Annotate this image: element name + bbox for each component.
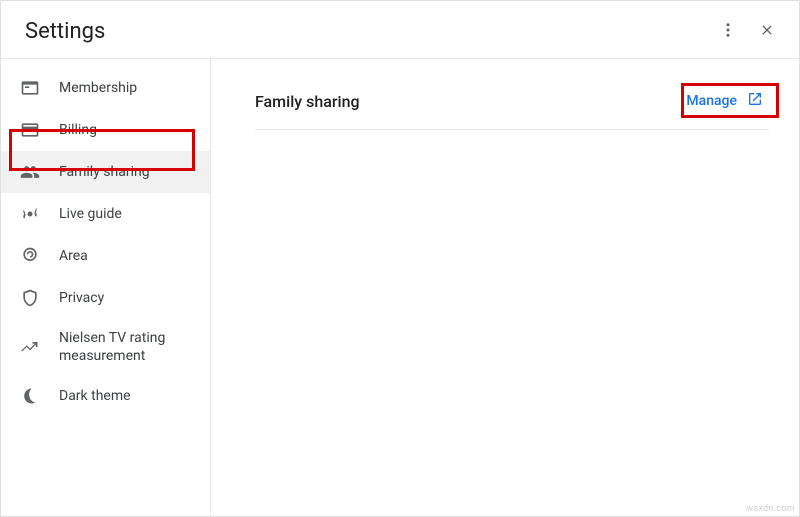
sidebar-item-label: Live guide	[59, 205, 122, 223]
location-icon	[19, 245, 41, 267]
sidebar-item-label: Nielsen TV rating measurement	[59, 329, 198, 365]
live-icon	[19, 203, 41, 225]
sidebar-item-label: Family sharing	[59, 163, 150, 181]
sidebar-item-label: Dark theme	[59, 387, 131, 405]
more-vert-icon[interactable]	[719, 21, 737, 43]
header-actions	[719, 21, 775, 43]
sidebar-item-membership[interactable]: Membership	[1, 67, 210, 109]
watermark: wsxdn.com	[746, 504, 795, 514]
people-icon	[19, 161, 41, 183]
sidebar-item-billing[interactable]: Billing	[1, 109, 210, 151]
page-title: Settings	[25, 19, 105, 44]
sidebar-item-privacy[interactable]: Privacy	[1, 277, 210, 319]
trending-icon	[19, 336, 41, 358]
sidebar-item-label: Billing	[59, 121, 97, 139]
billing-icon	[19, 119, 41, 141]
moon-icon	[19, 385, 41, 407]
section-title: Family sharing	[255, 92, 360, 111]
open-in-new-icon	[747, 91, 763, 111]
settings-body: Membership Billing Family sharing Live g…	[1, 59, 799, 516]
close-icon[interactable]	[759, 22, 775, 42]
manage-button[interactable]: Manage	[680, 87, 769, 115]
shield-icon	[19, 287, 41, 309]
sidebar-item-family-sharing[interactable]: Family sharing	[1, 151, 210, 193]
sidebar-item-nielsen[interactable]: Nielsen TV rating measurement	[1, 319, 210, 375]
settings-header: Settings	[1, 1, 799, 58]
sidebar-item-label: Membership	[59, 79, 137, 97]
manage-label: Manage	[686, 93, 737, 109]
sidebar: Membership Billing Family sharing Live g…	[1, 59, 211, 516]
sidebar-item-dark-theme[interactable]: Dark theme	[1, 375, 210, 417]
main-content: Family sharing Manage	[211, 59, 799, 516]
family-sharing-section: Family sharing Manage	[255, 87, 769, 130]
sidebar-item-area[interactable]: Area	[1, 235, 210, 277]
sidebar-item-live-guide[interactable]: Live guide	[1, 193, 210, 235]
sidebar-item-label: Area	[59, 247, 88, 265]
membership-icon	[19, 77, 41, 99]
sidebar-item-label: Privacy	[59, 289, 104, 307]
